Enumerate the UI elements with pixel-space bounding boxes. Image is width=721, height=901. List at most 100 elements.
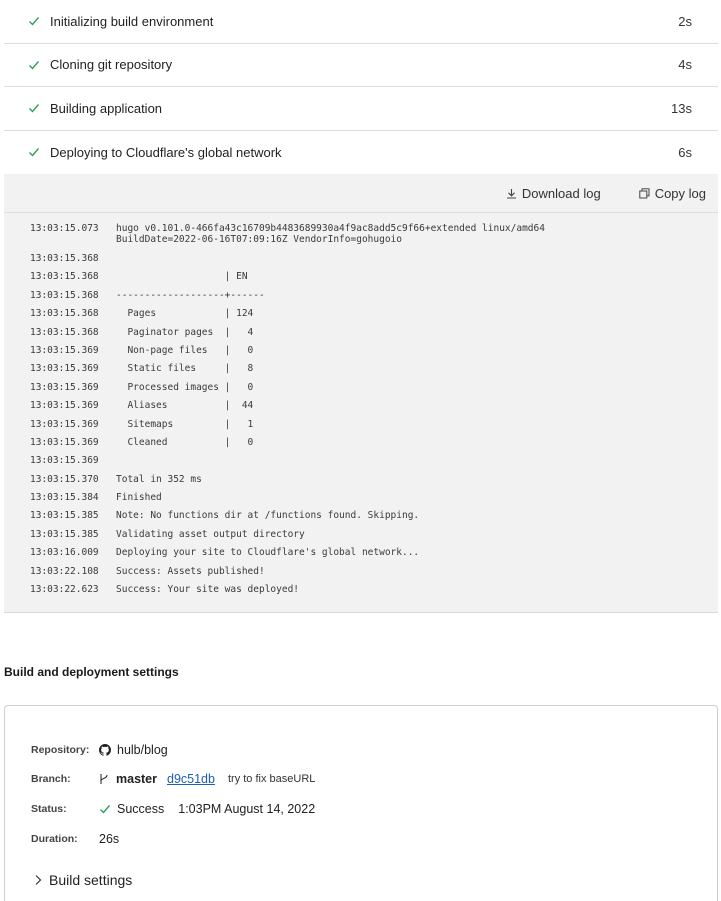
log-timestamp: 13:03:15.368 <box>30 289 99 301</box>
copy-log-label: Copy log <box>654 185 706 201</box>
build-settings-toggle[interactable]: Build settings <box>33 872 132 888</box>
build-log-panel: Download log Copy log 13:03:15.073 hugo v… <box>4 174 718 613</box>
copy-icon <box>638 187 650 198</box>
log-line: 13:03:15.368 Paginator pages | 4 <box>30 327 545 345</box>
repository-value[interactable]: hulb/blog <box>99 743 168 757</box>
log-output[interactable]: 13:03:15.073 hugo v0.101.0-466fa43c16709b… <box>30 223 545 602</box>
log-line: 13:03:15.368 | EN <box>30 271 545 289</box>
log-message: Pages | 124 <box>116 308 254 320</box>
log-line: 13:03:15.369 Static files | 8 <box>30 363 545 381</box>
log-message: Success: Assets published! <box>116 565 265 577</box>
log-line: 13:03:15.368 <box>30 253 545 271</box>
duration-key: Duration: <box>31 833 78 845</box>
log-line: 13:03:22.623 Success: Your site was deplo… <box>30 584 545 602</box>
log-message: Paginator pages | 4 <box>116 326 254 338</box>
status-date: 1:03PM August 14, 2022 <box>178 802 316 816</box>
download-log-label: Download log <box>521 185 601 201</box>
status-text: Success <box>117 802 165 816</box>
log-line: 13:03:15.368 Pages | 124 <box>30 308 545 326</box>
log-timestamp: 13:03:15.369 <box>30 363 99 375</box>
step-label: Building application <box>50 100 163 116</box>
log-message: | EN <box>116 271 248 283</box>
step-duration: 6s <box>678 144 692 160</box>
log-timestamp: 13:03:15.369 <box>30 344 99 356</box>
branch-icon <box>100 774 108 784</box>
deployment-settings-card: Repository: hulb/blog Branch: master d9c… <box>4 705 718 901</box>
status-key: Status: <box>31 803 67 815</box>
log-timestamp: 13:03:15.385 <box>30 510 99 522</box>
log-line: 13:03:15.369 Non-page files | 0 <box>30 345 545 363</box>
download-icon <box>506 188 516 199</box>
branch-row: Branch: master d9c51db try to fix baseUR… <box>31 772 315 786</box>
branch-name: master <box>116 772 157 786</box>
log-message: Finished <box>116 492 162 504</box>
step-label: Cloning git repository <box>50 57 173 73</box>
log-message: hugo v0.101.0-466fa43c16709b4483689930a4… <box>116 223 545 245</box>
log-timestamp: 13:03:15.073 <box>30 223 99 234</box>
duration-row: Duration: 26s <box>31 832 119 846</box>
log-line: 13:03:15.369 Processed images | 0 <box>30 382 545 400</box>
step-duration: 13s <box>671 100 692 116</box>
log-timestamp: 13:03:15.370 <box>30 473 99 485</box>
commit-message: try to fix baseURL <box>227 773 316 785</box>
repository-key: Repository: <box>31 744 90 756</box>
commit-hash-link[interactable]: d9c51db <box>167 772 215 786</box>
step-row[interactable]: Building application 13s <box>4 87 718 131</box>
log-timestamp: 13:03:22.108 <box>30 565 99 577</box>
step-row[interactable]: Initializing build environment 2s <box>4 0 718 44</box>
step-label: Deploying to Cloudflare's global network <box>50 144 282 160</box>
log-line: 13:03:15.385 Note: No functions dir at /f… <box>30 510 545 528</box>
check-icon <box>28 14 42 28</box>
log-message: Cleaned | 0 <box>116 436 254 448</box>
log-line: 13:03:15.369 Cleaned | 0 <box>30 437 545 455</box>
check-icon <box>100 805 111 814</box>
log-message: -------------------+------ <box>116 289 265 301</box>
log-timestamp: 13:03:15.369 <box>30 455 99 467</box>
log-toolbar: Download log Copy log <box>4 174 718 213</box>
log-message: Sitemaps | 1 <box>116 418 254 430</box>
log-line: 13:03:15.368 -------------------+------ <box>30 290 545 308</box>
log-line: 13:03:15.073 hugo v0.101.0-466fa43c16709b… <box>30 223 545 253</box>
copy-log-button[interactable]: Copy log <box>638 185 706 201</box>
log-line: 13:03:15.369 Aliases | 44 <box>30 400 545 418</box>
log-message: Validating asset output directory <box>116 528 305 540</box>
log-message: Total in 352 ms <box>116 473 202 485</box>
log-timestamp: 13:03:15.369 <box>30 400 99 412</box>
log-line: 13:03:16.009 Deploying your site to Cloud… <box>30 547 545 565</box>
log-message: Processed images | 0 <box>116 381 254 393</box>
log-line: 13:03:15.369 <box>30 455 545 473</box>
log-timestamp: 13:03:15.368 <box>30 271 99 283</box>
log-line: 13:03:15.370 Total in 352 ms <box>30 474 545 492</box>
repository-row: Repository: hulb/blog <box>31 743 168 757</box>
status-row: Status: Success 1:03PM August 14, 2022 <box>31 802 315 816</box>
log-timestamp: 13:03:15.384 <box>30 492 99 504</box>
check-icon <box>28 101 42 115</box>
log-timestamp: 13:03:16.009 <box>30 547 99 559</box>
step-duration: 2s <box>678 13 692 29</box>
log-timestamp: 13:03:15.369 <box>30 436 99 448</box>
download-log-button[interactable]: Download log <box>506 186 601 201</box>
branch-key: Branch: <box>31 773 71 785</box>
step-row[interactable]: Cloning git repository 4s <box>4 44 718 87</box>
repository-name: hulb/blog <box>117 743 168 757</box>
log-message: Deploying your site to Cloudflare's glob… <box>116 547 420 559</box>
log-line: 13:03:15.369 Sitemaps | 1 <box>30 419 545 437</box>
github-icon <box>99 744 111 756</box>
duration-value: 26s <box>99 832 120 846</box>
log-message: Non-page files | 0 <box>116 344 254 356</box>
log-message: Aliases | 44 <box>116 400 254 412</box>
step-row[interactable]: Deploying to Cloudflare's global network… <box>4 131 718 175</box>
log-line: 13:03:15.385 Validating asset output dire… <box>30 529 545 547</box>
log-timestamp: 13:03:15.368 <box>30 326 99 338</box>
chevron-right-icon <box>35 875 42 885</box>
build-steps-list: Initializing build environment 2s Clonin… <box>4 0 718 174</box>
section-title: Build and deployment settings <box>4 665 179 679</box>
log-timestamp: 13:03:15.368 <box>30 308 99 320</box>
log-line: 13:03:22.108 Success: Assets published! <box>30 566 545 584</box>
branch-value: master d9c51db try to fix baseURL <box>99 772 315 786</box>
log-timestamp: 13:03:15.369 <box>30 381 99 393</box>
log-line: 13:03:15.384 Finished <box>30 492 545 510</box>
check-icon <box>28 58 42 72</box>
check-icon <box>28 145 42 159</box>
build-settings-label: Build settings <box>49 872 133 888</box>
